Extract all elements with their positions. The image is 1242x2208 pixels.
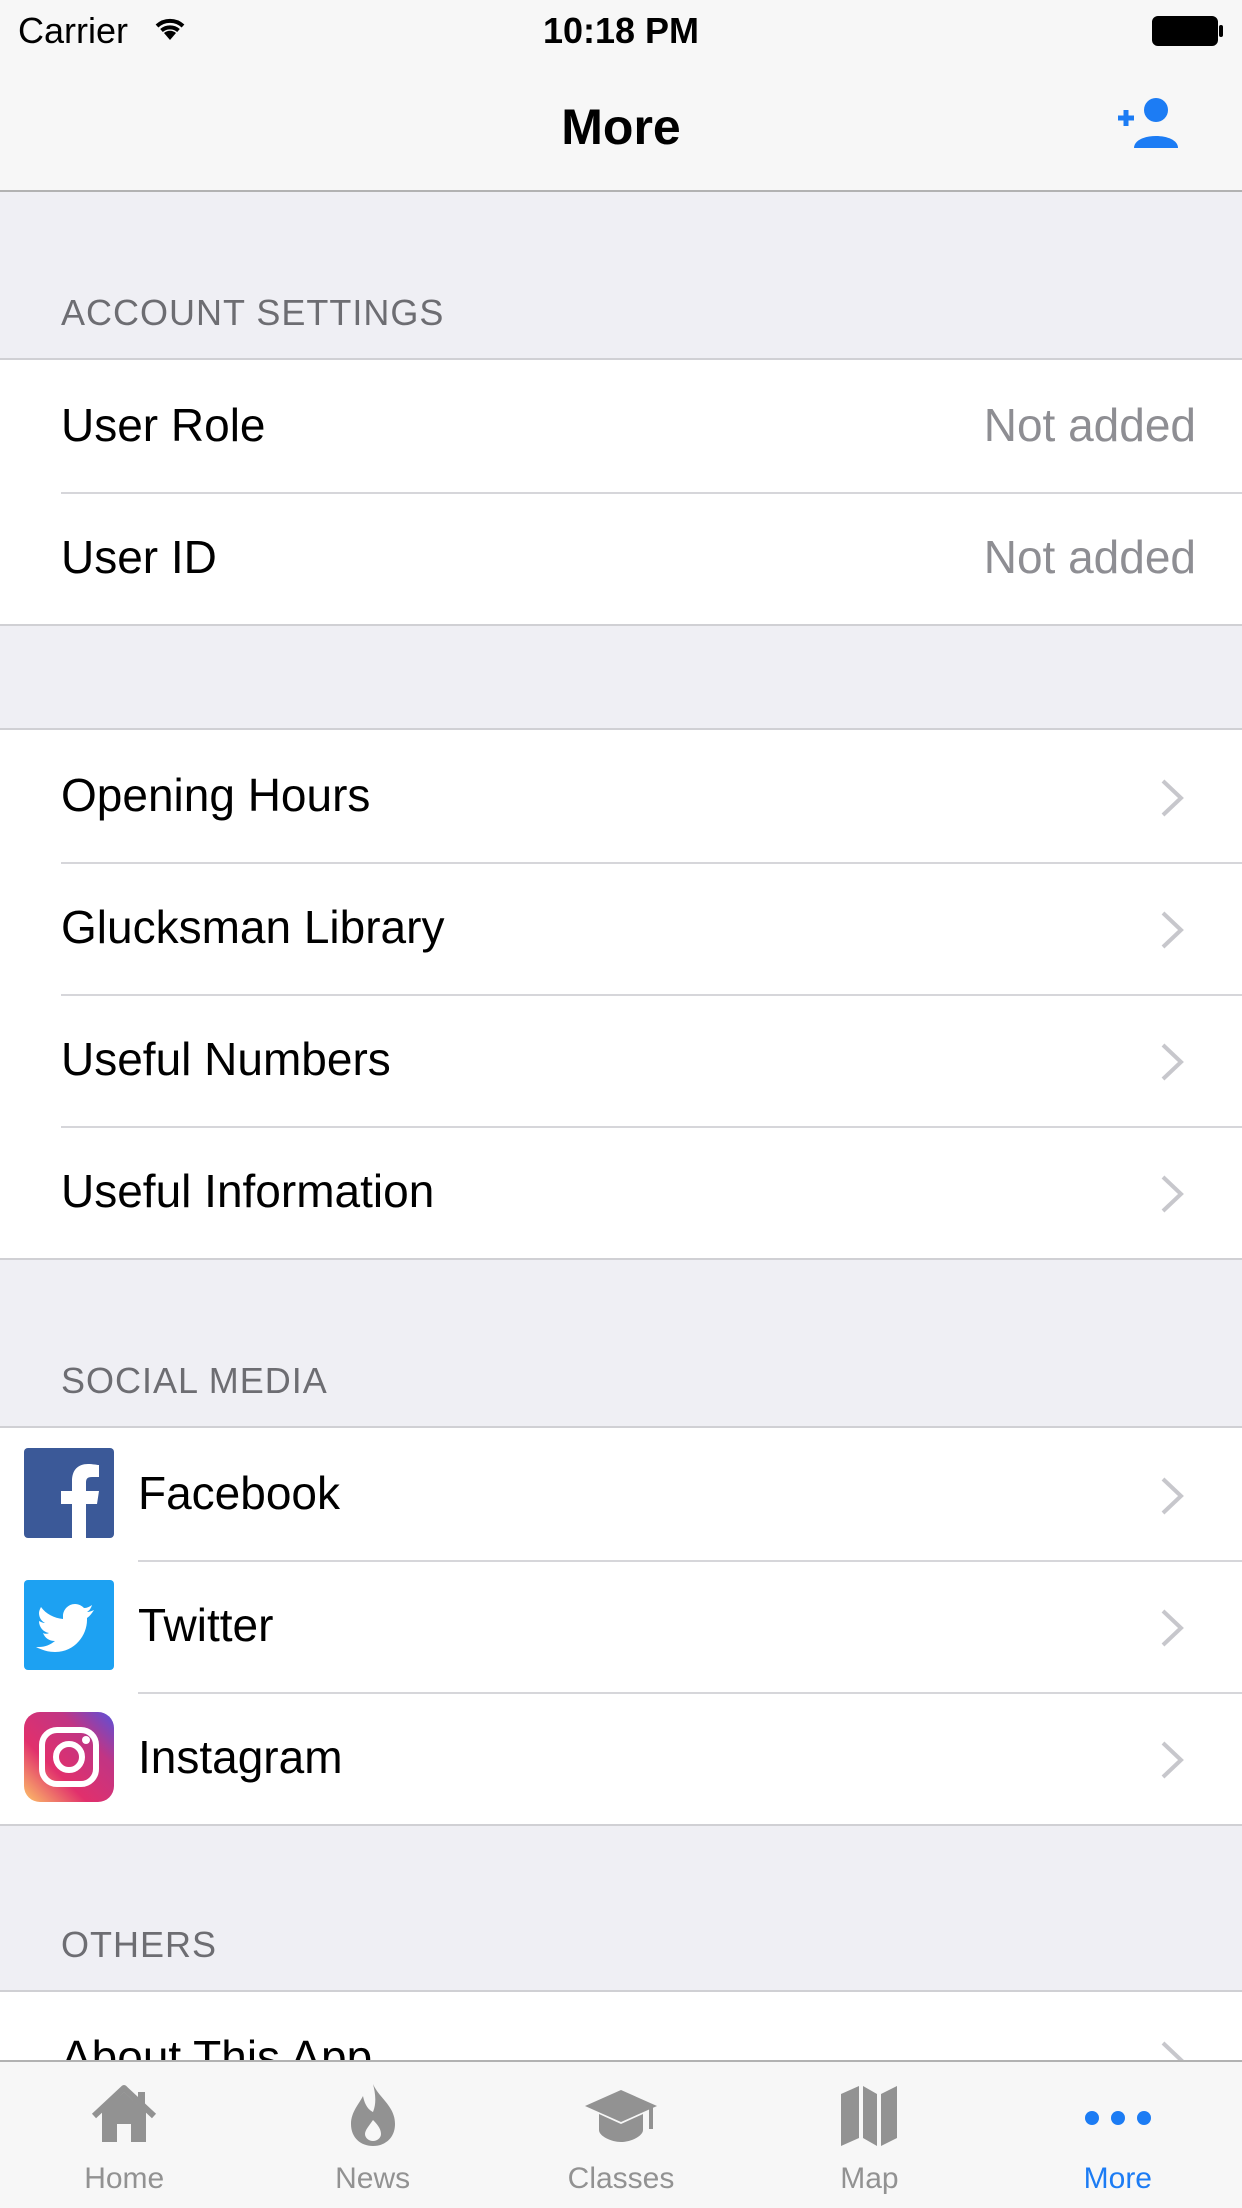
row-label: Opening Hours: [61, 769, 371, 821]
row-user-role[interactable]: User Role Not added: [0, 360, 1242, 492]
row-glucksman-library[interactable]: Glucksman Library: [0, 862, 1242, 994]
add-user-icon[interactable]: [1116, 94, 1186, 154]
map-icon: [841, 2086, 898, 2146]
row-label: Useful Information: [61, 1165, 435, 1217]
tab-label: Map: [840, 2162, 899, 2195]
chevron-right-icon: [1161, 779, 1184, 817]
chevron-right-icon: [1161, 1741, 1184, 1779]
row-useful-numbers[interactable]: Useful Numbers: [0, 994, 1242, 1126]
tab-classes[interactable]: Classes: [497, 2062, 745, 2208]
chevron-right-icon: [1161, 1477, 1184, 1515]
row-label: Glucksman Library: [61, 901, 445, 953]
graduation-cap-icon: [585, 2090, 658, 2142]
row-useful-information[interactable]: Useful Information: [0, 1126, 1242, 1258]
row-value: Not added: [983, 531, 1196, 583]
chevron-right-icon: [1161, 1609, 1184, 1647]
row-label: User ID: [61, 531, 217, 583]
tab-news[interactable]: News: [248, 2062, 496, 2208]
chevron-right-icon: [1161, 1175, 1184, 1213]
chevron-right-icon: [1161, 1043, 1184, 1081]
home-icon: [92, 2085, 157, 2142]
tab-label: News: [335, 2162, 411, 2195]
row-twitter[interactable]: Twitter: [0, 1560, 1242, 1692]
twitter-icon: [24, 1580, 114, 1670]
row-facebook[interactable]: Facebook: [0, 1428, 1242, 1560]
info-group: Opening Hours Glucksman Library Useful N…: [0, 728, 1242, 1260]
tab-label: Classes: [567, 2162, 675, 2195]
row-label: Useful Numbers: [61, 1033, 391, 1085]
tab-bar: Home News Classes Map More: [0, 2060, 1242, 2208]
row-label: Facebook: [138, 1467, 341, 1519]
tab-home[interactable]: Home: [0, 2062, 248, 2208]
tab-label: More: [1083, 2162, 1152, 2195]
row-opening-hours[interactable]: Opening Hours: [0, 730, 1242, 862]
tab-label: Home: [84, 2162, 165, 2195]
instagram-icon: [24, 1712, 114, 1802]
page-title: More: [561, 99, 681, 155]
tab-more[interactable]: More: [994, 2062, 1242, 2208]
row-value: Not added: [983, 399, 1196, 451]
row-label: User Role: [61, 399, 266, 451]
row-label: Twitter: [138, 1599, 274, 1651]
more-dots-icon: [1084, 2111, 1151, 2125]
navigation-bar: More: [0, 60, 1242, 192]
section-header-account: ACCOUNT SETTINGS: [61, 292, 445, 333]
status-time: 10:18 PM: [542, 10, 700, 51]
facebook-icon: [24, 1448, 114, 1538]
status-bar: Carrier 10:18 PM: [0, 0, 1242, 60]
flame-icon: [350, 2084, 395, 2146]
account-settings-group: User Role Not added User ID Not added: [0, 358, 1242, 626]
section-header-others: OTHERS: [61, 1924, 218, 1965]
row-user-id[interactable]: User ID Not added: [0, 492, 1242, 624]
tab-map[interactable]: Map: [745, 2062, 993, 2208]
section-header-social: SOCIAL MEDIA: [61, 1360, 328, 1401]
chevron-right-icon: [1161, 911, 1184, 949]
social-media-group: Facebook Twitter Instagram: [0, 1426, 1242, 1826]
row-label: Instagram: [138, 1731, 343, 1783]
row-instagram[interactable]: Instagram: [0, 1692, 1242, 1824]
battery-icon: [1152, 16, 1223, 46]
